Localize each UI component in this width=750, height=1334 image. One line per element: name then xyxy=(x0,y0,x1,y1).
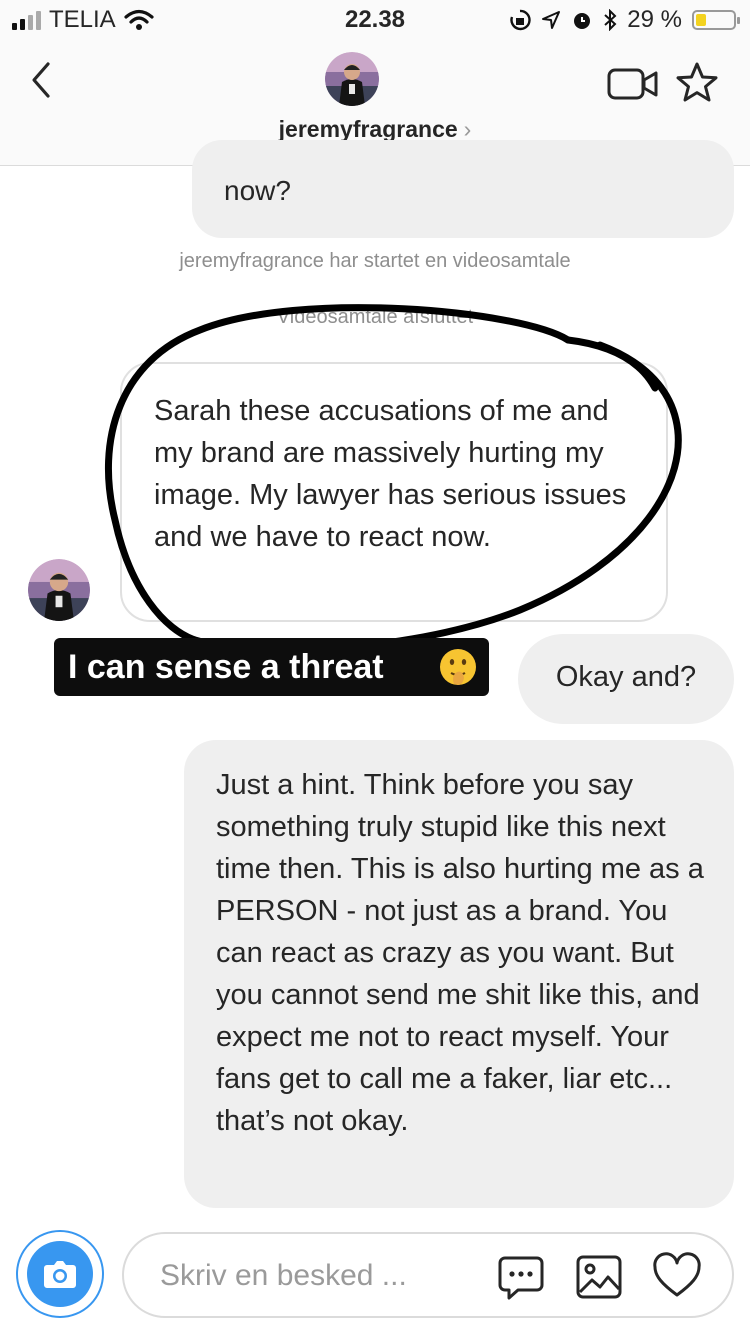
video-call-icon[interactable] xyxy=(606,64,660,104)
sticker-text: I can sense a threat xyxy=(68,648,384,686)
camera-button[interactable] xyxy=(16,1230,104,1318)
battery-icon xyxy=(692,10,740,30)
message-bubble-outgoing[interactable]: now? xyxy=(192,140,734,238)
avatar[interactable] xyxy=(325,52,379,106)
message-bubble-incoming[interactable]: Sarah these accusations of me and my bra… xyxy=(120,362,668,622)
gallery-icon[interactable] xyxy=(574,1252,624,1302)
battery-fill xyxy=(696,14,707,26)
orientation-lock-icon xyxy=(510,9,531,31)
message-input[interactable] xyxy=(158,1252,472,1300)
battery-percent: 29 % xyxy=(627,6,682,33)
camera-icon xyxy=(44,1261,76,1288)
system-message: Videosamtale afsluttet xyxy=(276,306,474,328)
camera-button-fill xyxy=(27,1241,93,1307)
message-composer xyxy=(122,1232,734,1318)
message-text: Just a hint. Think before you say someth… xyxy=(216,769,704,1137)
message-bubble-outgoing[interactable]: Just a hint. Think before you say someth… xyxy=(184,740,734,1208)
alarm-icon xyxy=(574,13,591,29)
back-icon[interactable] xyxy=(26,58,66,102)
status-right: 29 % xyxy=(509,6,740,34)
message-text: Sarah these accusations of me and my bra… xyxy=(154,395,627,553)
chat-icon[interactable] xyxy=(496,1252,546,1302)
username-title[interactable]: jeremyfragrance › xyxy=(0,116,750,143)
system-message: jeremyfragrance har startet en videosamt… xyxy=(179,250,571,272)
sticker-caption: I can sense a threat xyxy=(54,638,489,696)
location-icon xyxy=(542,11,561,29)
status-bar: TELIA 22.38 29 % xyxy=(0,0,750,40)
heart-icon[interactable] xyxy=(652,1252,702,1302)
username-label[interactable]: jeremyfragrance xyxy=(279,116,458,142)
message-bubble-outgoing[interactable]: Okay and? xyxy=(518,634,734,724)
star-icon[interactable] xyxy=(674,60,720,106)
bluetooth-icon xyxy=(604,9,617,31)
message-text: Okay and? xyxy=(555,661,697,693)
shushing-face-emoji-icon xyxy=(440,649,476,685)
chevron-right-icon[interactable]: › xyxy=(464,116,472,142)
message-text: now? xyxy=(224,175,291,206)
avatar[interactable] xyxy=(28,559,90,621)
